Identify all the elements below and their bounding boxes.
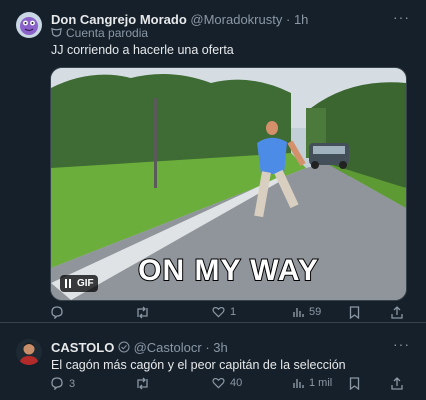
bookmark-button[interactable] [349,306,360,319]
tweet-header: Don Cangrejo Morado @Moradokrusty · 1h [51,12,308,27]
views-button[interactable]: 1 mil [292,377,332,389]
reply-icon [51,377,63,390]
gif-controls[interactable]: GIF [60,275,98,292]
display-name[interactable]: CASTOLO [51,340,114,355]
views-chart-icon [293,379,304,388]
mask-icon [51,27,62,37]
more-options-icon[interactable]: ··· [393,336,410,352]
more-options-icon[interactable]: ··· [393,9,410,25]
bookmark-button[interactable] [349,377,360,390]
share-button[interactable] [391,306,403,319]
tweet-2[interactable]: CASTOLO @Castolocr · 3h ··· El cagón más… [0,323,426,400]
share-button[interactable] [391,377,403,390]
heart-icon [212,377,225,389]
tweet-header: CASTOLO @Castolocr · 3h [51,340,228,355]
separator: · [285,12,291,27]
reply-button[interactable]: 3 [50,377,75,390]
like-count: 40 [230,377,243,389]
like-button[interactable]: 1 [212,306,236,318]
handle[interactable]: @Castolocr [134,340,202,355]
share-icon [391,377,403,390]
like-count: 1 [230,306,237,318]
action-bar: 3 40 1 mil [50,377,406,395]
gif-badge: GIF [77,278,94,289]
display-name[interactable]: Don Cangrejo Morado [51,12,187,27]
retweet-icon [137,377,148,390]
bookmark-icon [349,377,360,390]
verified-badge-icon [118,341,130,353]
view-count: 1 mil [309,377,333,389]
tweet-text: JJ corriendo a hacerle una oferta [51,43,234,57]
retweet-button[interactable] [135,377,155,390]
separator: · [205,340,210,355]
reply-icon [51,306,63,319]
share-icon [391,306,403,319]
view-count: 59 [309,306,322,318]
reply-count: 3 [69,377,76,390]
action-bar: 1 59 [50,306,406,324]
pause-icon[interactable] [64,279,72,288]
reply-button[interactable] [50,306,69,319]
views-button[interactable]: 59 [292,306,321,318]
views-chart-icon [293,308,304,317]
handle[interactable]: @Moradokrusty [190,12,282,27]
tweet-text: El cagón más cagón y el peor capitán de … [51,358,346,372]
heart-icon [212,306,225,318]
avatar[interactable] [16,12,42,38]
media-gif[interactable]: ON MY WAY GIF [50,67,407,301]
parody-label: Cuenta parodia [66,26,149,40]
parody-badge: Cuenta parodia [51,26,148,40]
gif-caption: ON MY WAY [137,253,319,288]
tweet-1[interactable]: Don Cangrejo Morado @Moradokrusty · 1h ·… [0,0,426,323]
like-button[interactable]: 40 [212,377,242,389]
retweet-button[interactable] [135,306,155,319]
timestamp[interactable]: 1h [294,12,308,27]
retweet-icon [137,306,148,319]
avatar[interactable] [16,339,42,365]
bookmark-icon [349,306,360,319]
timestamp[interactable]: 3h [213,340,227,355]
